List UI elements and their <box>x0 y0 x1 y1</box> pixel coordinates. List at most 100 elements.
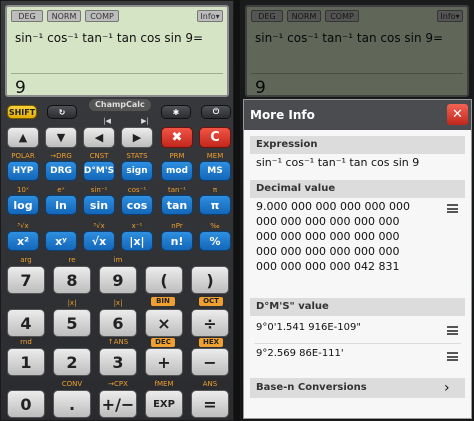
dms-value-1: 9°0'1.541 916E-109" <box>256 322 361 333</box>
calculator-left: DEG NORM COMP Info▾ sin⁻¹ cos⁻¹ tan⁻¹ ta… <box>0 0 234 421</box>
left-button[interactable]: ◀ <box>83 127 115 148</box>
decimal-value-line: 000 000 000 000 000 000 <box>256 215 400 228</box>
menu-icon[interactable] <box>447 204 458 213</box>
base-n-conversions-row[interactable]: Base-n Conversions <box>250 378 465 398</box>
square-button[interactable]: x² <box>7 231 39 251</box>
decimal-value-line: 000 000 000 000 042 831 <box>256 260 400 273</box>
key-alt-label <box>191 256 229 264</box>
dms-section-header: D°M'S" value <box>250 298 465 316</box>
six-button[interactable]: 6 <box>99 309 137 337</box>
expression-value: sin⁻¹ cos⁻¹ tan⁻¹ tan cos sin 9 <box>256 156 420 169</box>
calculator-right: DEG NORM COMP Info▾ sin⁻¹ cos⁻¹ tan⁻¹ ta… <box>240 0 474 421</box>
hex-badge: HEX <box>199 338 223 347</box>
key-alt-label: ³√x <box>17 222 29 230</box>
key-alt-label <box>7 299 45 307</box>
ln-button[interactable]: ln <box>45 195 77 215</box>
down-button[interactable]: ▼ <box>45 127 77 148</box>
deg-mode-button[interactable]: DEG <box>11 10 43 22</box>
plus-button[interactable]: + <box>145 348 183 376</box>
key-alt-label: nPr <box>171 222 183 230</box>
exp-button[interactable]: EXP <box>145 390 183 418</box>
dms-button[interactable]: D°M'S <box>83 161 115 181</box>
key-alt-label: eˣ <box>57 186 65 194</box>
key-alt-label: CONV <box>61 380 83 388</box>
key-alt-label: rnd <box>20 338 32 346</box>
equals-button[interactable]: = <box>191 390 229 418</box>
shift-button[interactable]: SHIFT <box>7 105 37 119</box>
key-alt-label: |x| <box>113 299 123 307</box>
right-button[interactable]: ▶ <box>121 127 153 148</box>
seven-button[interactable]: 7 <box>7 266 45 294</box>
decimal-value-line: 000 000 000 000 000 000 <box>256 245 400 258</box>
sqrt-button[interactable]: √x <box>83 231 115 251</box>
power-xy-button[interactable]: xʸ <box>45 231 77 251</box>
key-alt-label: |x| <box>67 299 77 307</box>
key-alt-label: arg <box>20 256 32 264</box>
expression-text: sin⁻¹ cos⁻¹ tan⁻¹ tan cos sin 9= <box>15 31 204 45</box>
minus-button[interactable]: − <box>191 348 229 376</box>
key-alt-label <box>145 256 183 264</box>
sign-button[interactable]: sign <box>121 161 153 181</box>
five-button[interactable]: 5 <box>53 309 91 337</box>
comp-mode-button[interactable]: COMP <box>85 10 119 22</box>
info-label: Info <box>200 12 216 21</box>
multiply-button[interactable]: × <box>145 309 183 337</box>
log-button[interactable]: log <box>7 195 39 215</box>
decimal-button[interactable]: . <box>53 390 91 418</box>
negate-button[interactable]: +/− <box>99 390 137 418</box>
key-alt-label: ‰ <box>210 222 220 230</box>
decimal-value-line: 9.000 000 000 000 000 000 <box>256 200 410 213</box>
mod-button[interactable]: mod <box>161 161 193 181</box>
key-alt-label: CNST <box>89 152 109 160</box>
open-paren-button[interactable]: ( <box>145 266 183 294</box>
up-button[interactable]: ▲ <box>7 127 39 148</box>
clear-button[interactable]: C <box>199 127 231 148</box>
rotate-button[interactable]: ↻ <box>47 105 77 119</box>
backspace-button[interactable]: ✖ <box>161 127 193 148</box>
key-alt-label <box>7 380 45 388</box>
eight-button[interactable]: 8 <box>53 266 91 294</box>
ms-button[interactable]: MS <box>199 161 231 181</box>
more-info-dialog: More Info ✕ Expression sin⁻¹ cos⁻¹ tan⁻¹ ta… <box>243 99 472 419</box>
sin-button[interactable]: sin <box>83 195 115 215</box>
close-icon[interactable]: ✕ <box>447 104 468 125</box>
menu-icon[interactable] <box>447 352 458 361</box>
key-alt-label: cos⁻¹ <box>127 186 147 194</box>
info-button[interactable]: Info▾ <box>197 10 223 22</box>
screenshot: DEG NORM COMP Info▾ sin⁻¹ cos⁻¹ tan⁻¹ ta… <box>0 0 474 421</box>
key-alt-label: →CPX <box>108 380 128 388</box>
key-alt-label: π <box>212 186 218 194</box>
four-button[interactable]: 4 <box>7 309 45 337</box>
factorial-button[interactable]: n! <box>161 231 193 251</box>
two-button[interactable]: 2 <box>53 348 91 376</box>
one-button[interactable]: 1 <box>7 348 45 376</box>
dms-value-2: 9°2.569 86E-111' <box>256 348 344 359</box>
hyp-button[interactable]: HYP <box>7 161 39 181</box>
zero-button[interactable]: 0 <box>7 390 45 418</box>
close-paren-button[interactable]: ) <box>191 266 229 294</box>
pi-button[interactable]: π <box>199 195 231 215</box>
abs-button[interactable]: |x| <box>121 231 153 251</box>
drg-button[interactable]: DRG <box>45 161 77 181</box>
settings-button[interactable]: ✱ <box>161 105 191 119</box>
norm-mode-button[interactable]: NORM <box>47 10 81 22</box>
key-alt-label: x⁻¹ <box>131 222 143 230</box>
power-button[interactable]: ⏻ <box>201 105 231 119</box>
key-alt-label: re <box>68 256 76 264</box>
key-alt-label: fMEM <box>154 380 174 388</box>
dms-divider <box>254 343 461 344</box>
percent-button[interactable]: % <box>199 231 231 251</box>
cos-button[interactable]: cos <box>121 195 153 215</box>
tan-button[interactable]: tan <box>161 195 193 215</box>
menu-icon[interactable] <box>447 326 458 335</box>
expression-section-header: Expression <box>250 136 465 154</box>
oct-badge: OCT <box>199 297 223 306</box>
chevron-right-icon[interactable]: › <box>444 380 450 396</box>
divide-button[interactable]: ÷ <box>191 309 229 337</box>
key-alt-label <box>45 222 77 230</box>
decimal-section-header: Decimal value <box>250 180 465 198</box>
dialog-header: More Info ✕ <box>244 100 471 130</box>
nine-button[interactable]: 9 <box>99 266 137 294</box>
display: DEG NORM COMP Info▾ sin⁻¹ cos⁻¹ tan⁻¹ ta… <box>5 5 229 98</box>
three-button[interactable]: 3 <box>99 348 137 376</box>
